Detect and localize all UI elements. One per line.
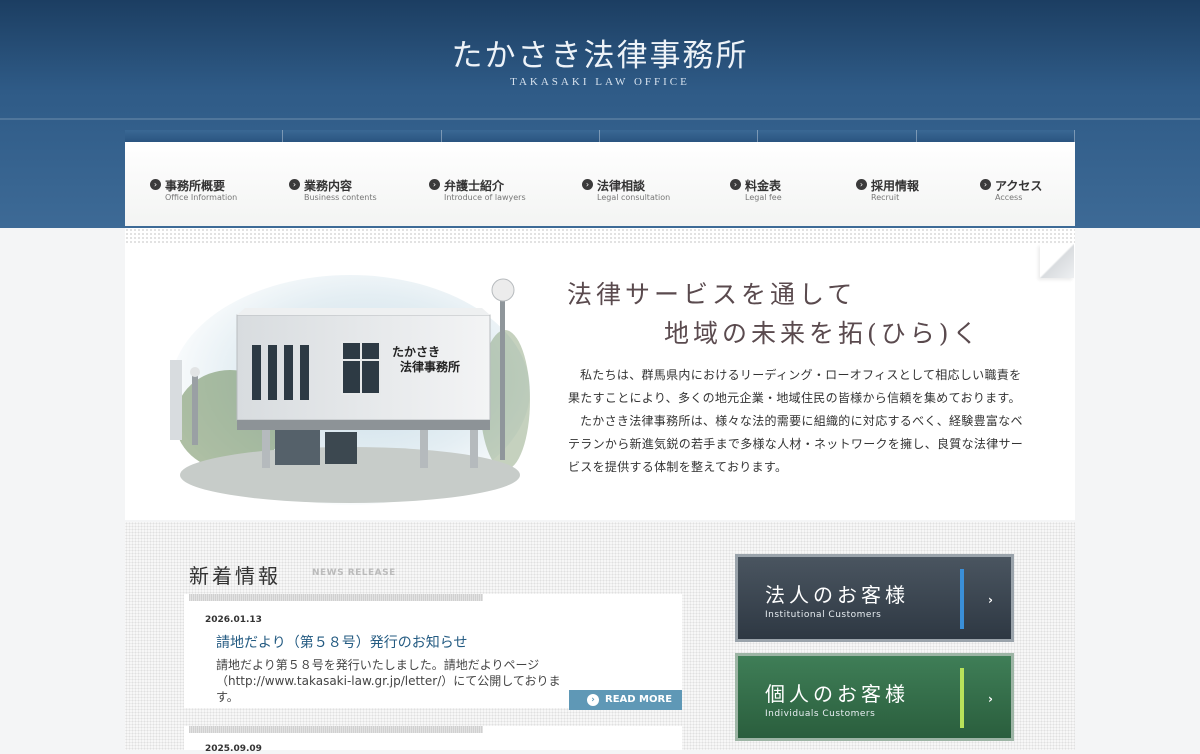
nav-item-label: 弁護士紹介 <box>444 179 505 193</box>
chevron-right-circle-icon: › <box>429 179 440 190</box>
read-more-label: READ MORE <box>605 694 673 705</box>
corporate-customers-button[interactable]: 法人のお客様 Institutional Customers › <box>735 554 1014 642</box>
read-more-button[interactable]: › READ MORE <box>569 690 682 710</box>
chevron-right-circle-icon: › <box>730 179 741 190</box>
page-curl-decoration <box>1040 244 1074 278</box>
news-item: 2026.01.13 請地だより（第５８号）発行のお知らせ 請地だより第５８号を… <box>184 594 682 710</box>
news-subheading: NEWS RELEASE <box>312 568 396 578</box>
building-sign-line1: たかさき <box>392 345 440 359</box>
individual-customers-button[interactable]: 個人のお客様 Individuals Customers › <box>735 653 1014 741</box>
chevron-right-circle-icon: › <box>289 179 300 190</box>
individual-customers-label: 個人のお客様 <box>765 682 909 706</box>
nav-item-label: 採用情報 <box>871 179 920 193</box>
chevron-right-circle-icon: › <box>980 179 991 190</box>
nav-item-label: 業務内容 <box>304 179 353 193</box>
news-date: 2026.01.13 <box>205 615 262 625</box>
nav-item-sublabel: Office Information <box>165 193 238 202</box>
chevron-right-circle-icon: › <box>582 179 593 190</box>
site-logo[interactable]: たかさき法律事務所 <box>0 30 1200 75</box>
nav-item-label: 事務所概要 <box>165 179 226 193</box>
office-building-image: たかさき 法律事務所 <box>170 275 530 505</box>
news-divider <box>189 726 483 733</box>
accent-bar <box>960 569 964 629</box>
nav-item-sublabel: Legal consultation <box>597 193 671 202</box>
hero-paragraph: たかさき法律事務所は、様々な法的需要に組織的に対応するべく、経験豊富なベテランか… <box>568 414 1024 474</box>
news-body: 請地だより第５８号を発行いたしました。請地だよりページ（http://www.t… <box>216 658 561 704</box>
chevron-right-circle-icon: › <box>150 179 161 190</box>
hero-title-line2: 地域の未来を拓(ひら)く <box>664 319 982 348</box>
nav-item-label: 料金表 <box>745 179 782 193</box>
accent-bar <box>960 668 964 728</box>
chevron-right-icon: › <box>988 593 993 607</box>
site-logo-english: TAKASAKI LAW OFFICE <box>510 76 690 88</box>
nav-item-label: 法律相談 <box>597 179 646 193</box>
chevron-right-icon: › <box>988 692 993 706</box>
chevron-right-circle-icon: › <box>587 694 599 706</box>
nav-item-sublabel: Access <box>995 193 1023 202</box>
hero-dot-pattern <box>125 228 1075 244</box>
corporate-customers-sublabel: Institutional Customers <box>765 610 882 620</box>
news-heading: 新着情報 <box>189 564 281 588</box>
nav-item-label: アクセス <box>995 179 1043 193</box>
hero-paragraph: 私たちは、群馬県内におけるリーディング・ローオフィスとして相応しい職責を果たすこ… <box>568 368 1022 405</box>
hero-title-line1: 法律サービスを通して <box>567 280 857 309</box>
individual-customers-sublabel: Individuals Customers <box>765 709 876 719</box>
nav-item-sublabel: Business contents <box>304 193 377 202</box>
news-divider <box>189 594 483 601</box>
corporate-customers-label: 法人のお客様 <box>765 583 909 607</box>
news-date: 2025.09.09 <box>205 744 262 754</box>
building-sign-line2: 法律事務所 <box>400 359 460 374</box>
nav-item-sublabel: Legal fee <box>745 193 782 202</box>
hero-description: 私たちは、群馬県内におけるリーディング・ローオフィスとして相応しい職責を果たすこ… <box>568 364 1028 479</box>
news-title-link[interactable]: 請地だより（第５８号）発行のお知らせ <box>216 632 467 652</box>
nav-item-sublabel: Recruit <box>871 193 900 202</box>
chevron-right-circle-icon: › <box>856 179 867 190</box>
nav-item-sublabel: Introduce of lawyers <box>444 193 526 202</box>
news-item: 2025.09.09 <box>184 726 682 754</box>
nav-top-stripe <box>125 130 1075 142</box>
